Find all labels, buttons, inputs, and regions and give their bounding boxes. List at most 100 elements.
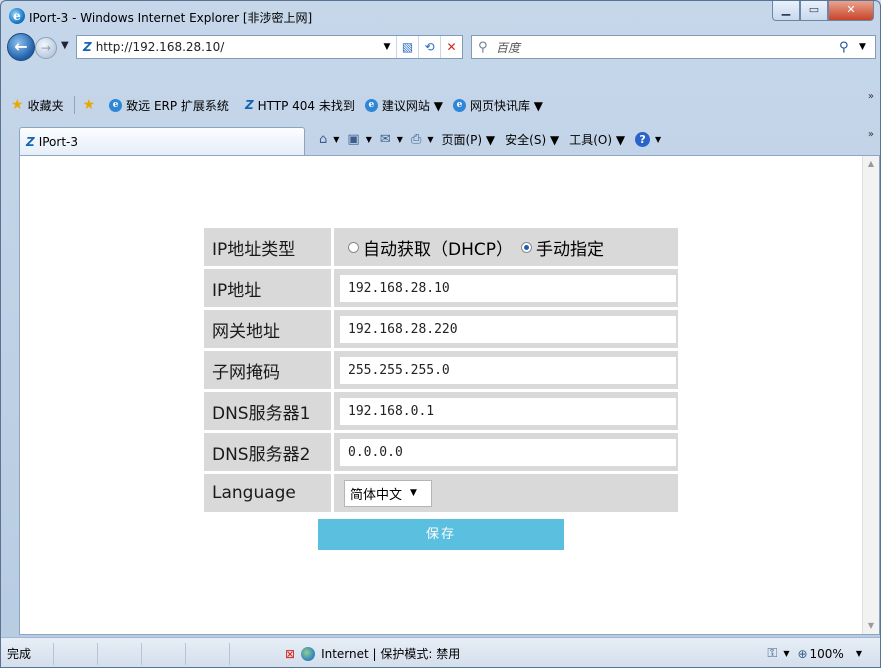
status-cell [229,642,273,665]
help-icon[interactable]: ? [635,132,651,147]
ie-page-icon: e [364,98,378,112]
favorite-link-web-slices[interactable]: e 网页快讯库 ▼ [452,97,543,114]
globe-icon [301,646,316,661]
zoom-icon[interactable]: ⊕ [797,647,807,661]
address-dropdown-icon[interactable]: ▼ [378,42,396,52]
page-menu[interactable]: 页面(P) ▼ [442,131,496,148]
minimize-button[interactable]: ▁ [772,1,800,21]
form-label: 子网掩码 [204,351,334,392]
address-bar[interactable]: Z http://192.168.28.10/ ▼ ▧ ⟲ ✕ [76,35,463,59]
favorites-overflow-icon[interactable]: » [868,91,874,102]
ie-logo-icon: e [9,8,25,24]
popup-blocked-icon[interactable]: ⊠ [285,647,295,661]
favorite-link-404[interactable]: Z HTTP 404 未找到 [239,97,355,114]
safety-menu[interactable]: 安全(S) ▼ [505,131,559,148]
safety-menu-label: 安全(S) [505,133,547,147]
status-cell [53,642,97,665]
add-to-favorites-icon: ★ [82,97,96,113]
favorites-button[interactable]: ★ 收藏夹 [11,97,64,114]
search-input[interactable]: 百度 [496,39,839,56]
form-label: IP地址类型 [204,228,334,269]
tab-iport-3[interactable]: Z IPort-3 [19,127,305,155]
search-icon[interactable]: ⚲ [839,40,859,55]
tools-menu[interactable]: 工具(O) ▼ [569,131,625,148]
subnet-mask-input[interactable]: 255.255.255.0 [340,356,676,384]
security-dropdown-icon[interactable]: ▼ [783,649,789,658]
form-row-dns1: DNS服务器1 192.168.0.1 [204,392,678,433]
form-label: DNS服务器2 [204,433,334,474]
favorite-link-label: 建议网站 ▼ [381,98,443,113]
form-row-dns2: DNS服务器2 0.0.0.0 [204,433,678,474]
zone-label: Internet | 保护模式: 禁用 [321,647,461,661]
save-button[interactable]: 保存 [318,519,564,550]
form-value: 192.168.28.220 [334,310,678,351]
status-cell [185,642,229,665]
close-button[interactable]: ✕ [828,1,874,21]
window-title: IPort-3 - Windows Internet Explorer [非涉密… [29,11,313,25]
ie-page-icon: e [452,98,466,112]
zoom-dropdown-icon[interactable]: ▼ [856,649,862,658]
form-row-gateway: 网关地址 192.168.28.220 [204,310,678,351]
maximize-button[interactable]: ▭ [800,1,828,21]
radio-dhcp[interactable] [348,241,359,253]
help-dropdown-icon[interactable]: ▼ [655,135,661,144]
stop-icon[interactable]: ✕ [440,36,462,58]
feeds-dropdown-icon[interactable]: ▼ [366,135,372,144]
ip-address-input[interactable]: 192.168.28.10 [340,274,676,302]
ie-page-icon: e [109,98,123,112]
mail-dropdown-icon[interactable]: ▼ [397,135,403,144]
url-input[interactable]: http://192.168.28.10/ [96,40,378,54]
title-bar: e IPort-3 - Windows Internet Explorer [非… [1,1,880,31]
language-select[interactable]: 简体中文 ▼ [344,479,432,507]
print-dropdown-icon[interactable]: ▼ [427,135,433,144]
search-provider-icon: ⚲ [478,39,488,55]
security-lock-icon[interactable]: ⚿ [767,646,777,661]
dns1-input[interactable]: 192.168.0.1 [340,397,676,425]
feeds-icon[interactable]: ▣ [347,132,359,147]
site-favicon-icon: Z [26,134,35,149]
form-value: 255.255.255.0 [334,351,678,392]
window-controls: ▁ ▭ ✕ [772,1,874,23]
form-label: 网关地址 [204,310,334,351]
command-overflow-icon[interactable]: » [868,129,874,140]
page-menu-label: 页面(P) [441,133,483,147]
print-icon[interactable]: ⎙ [411,132,421,147]
home-icon[interactable]: ⌂ [319,132,327,147]
page-content: IP地址类型 自动获取（DHCP） 手动指定 IP地址 192.168.28.1… [19,155,880,635]
forward-button[interactable]: → [35,37,57,59]
form-row-ip-address: IP地址 192.168.28.10 [204,269,678,310]
site-favicon-icon: Z [83,40,92,54]
form-label: DNS服务器1 [204,392,334,433]
gateway-input[interactable]: 192.168.28.220 [340,315,676,343]
favorite-link-label: 致远 ERP 扩展系统 [126,98,229,113]
refresh-icon[interactable]: ⟲ [418,36,440,58]
compatibility-view-icon[interactable]: ▧ [396,36,418,58]
zoom-level[interactable]: 100% [810,647,844,661]
favorites-separator [73,96,75,114]
add-favorite-button[interactable]: ★ [83,97,100,113]
form-row-subnet-mask: 子网掩码 255.255.255.0 [204,351,678,392]
mail-icon[interactable]: ✉ [380,132,391,147]
dns2-input[interactable]: 0.0.0.0 [340,438,676,466]
favorite-link-erp[interactable]: e 致远 ERP 扩展系统 [109,97,229,114]
radio-dhcp-label: 自动获取（DHCP） [363,239,513,260]
status-bar: 完成 ⊠ Internet | 保护模式: 禁用 ⚿ ▼ ⊕ 100% ▼ [1,637,880,667]
favorite-link-label: HTTP 404 未找到 [257,98,355,113]
back-button[interactable]: ← [7,33,35,61]
form-label: IP地址 [204,269,334,310]
network-settings-form: IP地址类型 自动获取（DHCP） 手动指定 IP地址 192.168.28.1… [204,228,678,515]
search-box[interactable]: ⚲ 百度 ⚲ ▼ [471,35,876,59]
home-dropdown-icon[interactable]: ▼ [333,135,339,144]
scroll-down-icon[interactable]: ▼ [863,618,879,634]
search-options-dropdown-icon[interactable]: ▼ [859,42,875,52]
history-dropdown-icon[interactable]: ▼ [61,40,69,51]
security-zone[interactable]: ⊠ Internet | 保护模式: 禁用 [285,645,460,662]
scroll-up-icon[interactable]: ▲ [863,156,879,172]
favorites-label: 收藏夹 [27,98,64,113]
command-bar: ⌂ ▼ ▣ ▼ ✉ ▼ ⎙ ▼ 页面(P) ▼ 安全(S) ▼ 工具(O) ▼ ? ▼ [319,131,669,148]
vertical-scrollbar[interactable]: ▲ ▼ [862,156,879,634]
radio-manual[interactable] [521,241,532,253]
tools-menu-label: 工具(O) [569,133,612,147]
radio-manual-label: 手动指定 [536,239,604,260]
favorite-link-suggested-sites[interactable]: e 建议网站 ▼ [364,97,443,114]
